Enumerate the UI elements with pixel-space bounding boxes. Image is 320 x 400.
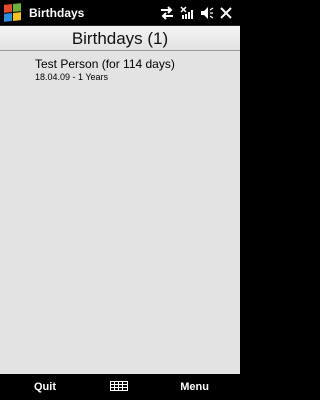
close-icon[interactable] — [220, 6, 232, 19]
page-title: Birthdays (1) — [0, 26, 240, 51]
connectivity-arrows-icon[interactable] — [160, 5, 174, 20]
list-item-detail: 18.04.09 - 1 Years — [35, 72, 109, 82]
status-icons — [160, 5, 232, 20]
birthday-list: Test Person (for 114 days) 18.04.09 - 1 … — [0, 51, 240, 374]
quit-softkey[interactable]: Quit — [34, 381, 56, 393]
speaker-icon[interactable] — [200, 6, 214, 20]
keyboard-icon[interactable] — [110, 381, 128, 391]
list-item-title: Test Person (for 114 days) — [35, 57, 175, 71]
windows-flag-icon[interactable] — [4, 3, 21, 22]
app-title: Birthdays — [29, 5, 85, 20]
menu-softkey[interactable]: Menu — [180, 381, 209, 393]
list-item[interactable]: Test Person (for 114 days) 18.04.09 - 1 … — [0, 51, 240, 82]
signal-off-icon[interactable] — [180, 5, 194, 20]
softkey-bar: Quit Menu — [0, 374, 240, 400]
title-bar: Birthdays — [0, 0, 240, 26]
